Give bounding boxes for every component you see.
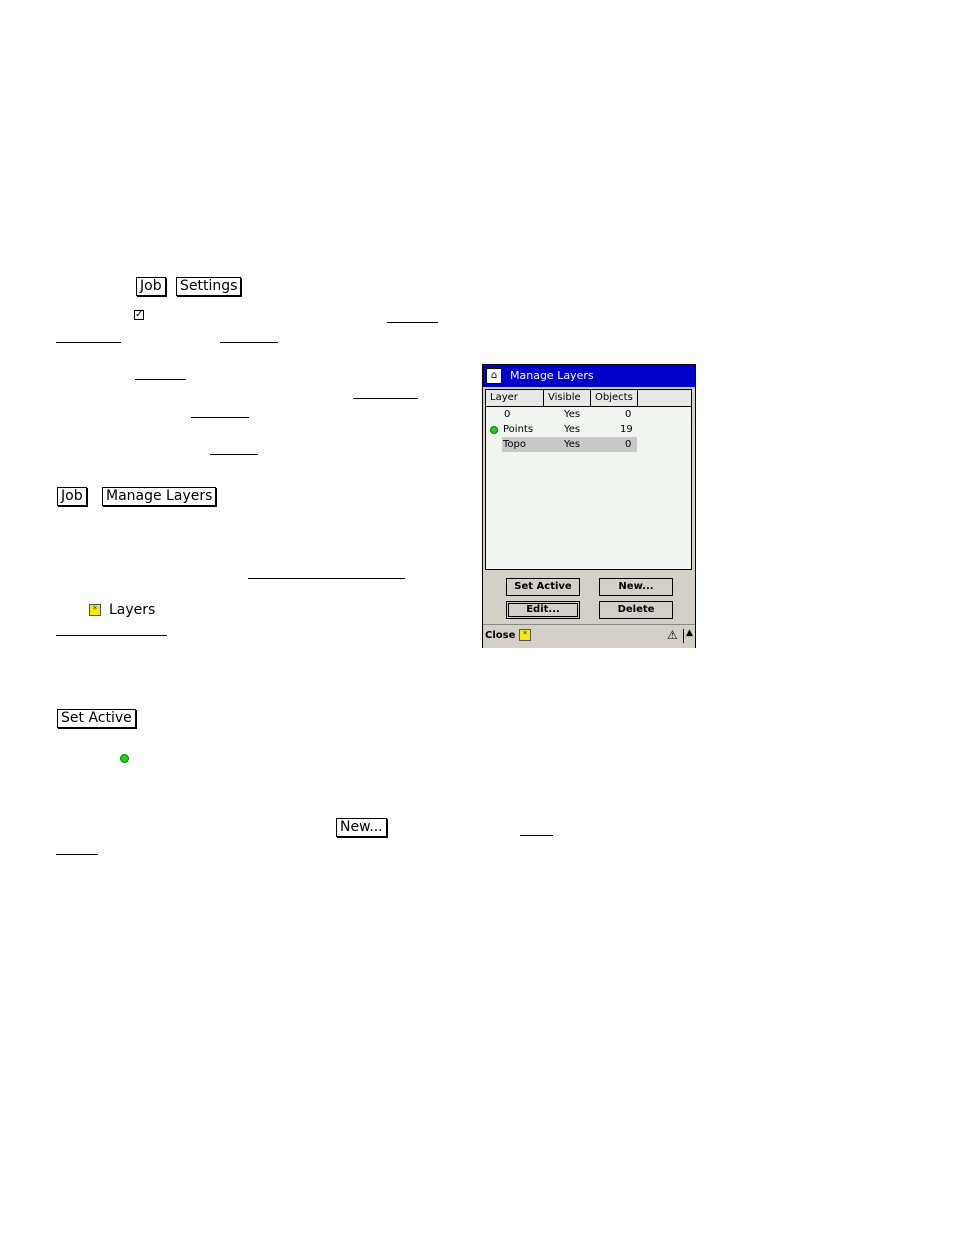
link-underline [220, 342, 278, 343]
link-underline [56, 635, 167, 636]
active-layer-dot-icon [120, 754, 129, 763]
job-button[interactable]: Job [136, 277, 166, 296]
link-underline [387, 322, 438, 323]
active-layer-icon [490, 426, 498, 434]
dialog-delete-button[interactable]: Delete [599, 601, 673, 619]
dialog-title-bar: ⌂ Manage Layers [483, 365, 695, 387]
layer-visible: Yes [564, 439, 581, 450]
layer-objects: 0 [625, 409, 632, 420]
link-underline [248, 578, 405, 579]
layer-objects: 19 [620, 424, 633, 435]
warning-icon[interactable]: ⚠ [667, 628, 678, 642]
job-button-2[interactable]: Job [57, 487, 87, 506]
link-underline [353, 398, 418, 399]
layer-name[interactable]: 0 [504, 409, 510, 420]
layer-visible: Yes [564, 424, 581, 435]
layer-visible: Yes [564, 409, 581, 420]
divider [683, 629, 684, 643]
dialog-set-active-button[interactable]: Set Active [506, 578, 580, 596]
layer-name[interactable]: Topo [503, 439, 526, 450]
link-underline [135, 379, 186, 380]
app-icon: ⌂ [486, 368, 502, 384]
status-bar: Close * ⚠ ▲ [483, 624, 695, 648]
layer-name[interactable]: Points [503, 424, 533, 435]
column-header-layer[interactable]: Layer [486, 390, 544, 407]
link-underline [56, 854, 98, 855]
dialog-title: Manage Layers [510, 369, 594, 382]
layers-icon: * [89, 604, 101, 616]
link-underline [210, 454, 258, 455]
layers-icon[interactable]: * [519, 629, 531, 641]
layer-objects: 0 [625, 439, 632, 450]
dialog-edit-button[interactable]: Edit... [506, 601, 580, 619]
set-active-button[interactable]: Set Active [57, 709, 136, 728]
link-underline [520, 835, 553, 836]
column-header-objects[interactable]: Objects [591, 390, 638, 407]
layers-label: Layers [109, 602, 156, 618]
checkbox-icon: ✓ [134, 309, 144, 320]
manage-layers-button[interactable]: Manage Layers [102, 487, 217, 506]
layers-list[interactable]: Layer Visible Objects 0 Yes 0 Points Yes… [485, 389, 692, 570]
link-underline [191, 417, 249, 418]
column-header-empty [638, 390, 691, 407]
dialog-new-button[interactable]: New... [599, 578, 673, 596]
column-header-visible[interactable]: Visible [544, 390, 591, 407]
new-button[interactable]: New... [336, 818, 387, 837]
settings-button[interactable]: Settings [176, 277, 242, 296]
close-button[interactable]: Close [485, 630, 515, 641]
up-arrow-icon[interactable]: ▲ [686, 628, 693, 638]
manage-layers-screenshot: ⌂ Manage Layers Layer Visible Objects 0 … [482, 364, 696, 648]
link-underline [56, 342, 121, 343]
